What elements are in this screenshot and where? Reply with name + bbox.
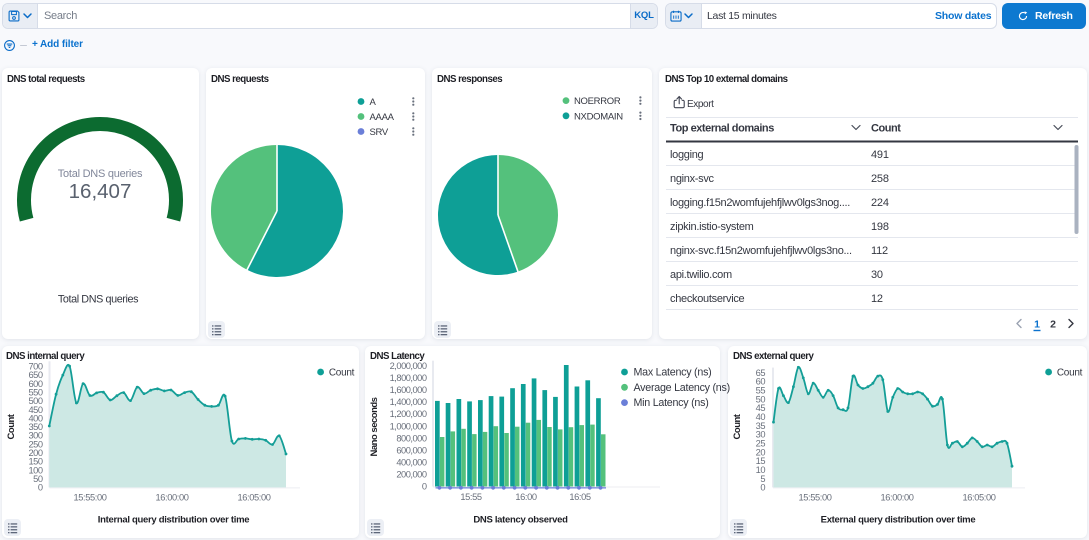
svg-text:16:05: 16:05: [569, 492, 590, 502]
svg-text:1,000,000: 1,000,000: [390, 421, 427, 431]
svg-text:600,000: 600,000: [396, 445, 426, 455]
svg-text:200,000: 200,000: [396, 470, 426, 480]
svg-text:2,000,000: 2,000,000: [390, 361, 427, 371]
svg-text:Nano seconds: Nano seconds: [369, 397, 380, 456]
svg-text:DNS latency observed: DNS latency observed: [473, 515, 568, 526]
svg-text:800,000: 800,000: [396, 433, 426, 443]
svg-text:Min Latency (ns): Min Latency (ns): [634, 397, 709, 409]
svg-text:16:00: 16:00: [515, 492, 536, 502]
svg-text:15:55: 15:55: [460, 492, 481, 502]
svg-text:1,800,000: 1,800,000: [390, 373, 427, 383]
svg-text:400,000: 400,000: [396, 458, 426, 468]
svg-text:1,200,000: 1,200,000: [390, 409, 427, 419]
svg-text:Average Latency (ns): Average Latency (ns): [634, 382, 730, 394]
svg-text:0: 0: [422, 482, 427, 492]
svg-text:Max Latency (ns): Max Latency (ns): [634, 367, 712, 379]
svg-text:1,600,000: 1,600,000: [390, 385, 427, 395]
svg-text:1,400,000: 1,400,000: [390, 397, 427, 407]
